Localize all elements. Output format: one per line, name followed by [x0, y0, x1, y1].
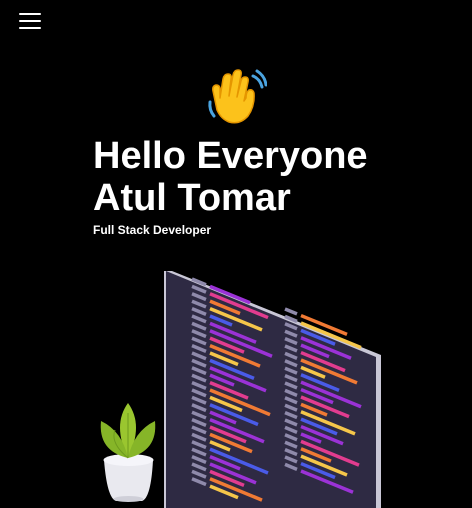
waving-hand-icon [208, 69, 267, 124]
developer-monitor-illustration [100, 271, 381, 508]
role-subtitle: Full Stack Developer [93, 223, 212, 237]
hero-title: Hello Everyone Atul Tomar [93, 135, 368, 219]
hamburger-menu-icon[interactable] [19, 13, 41, 31]
greeting-text: Hello Everyone [93, 135, 368, 177]
plant-leaves [100, 403, 156, 459]
plant-pot [103, 454, 154, 502]
name-text: Atul Tomar [93, 177, 291, 219]
code-gutter-line [284, 307, 298, 316]
